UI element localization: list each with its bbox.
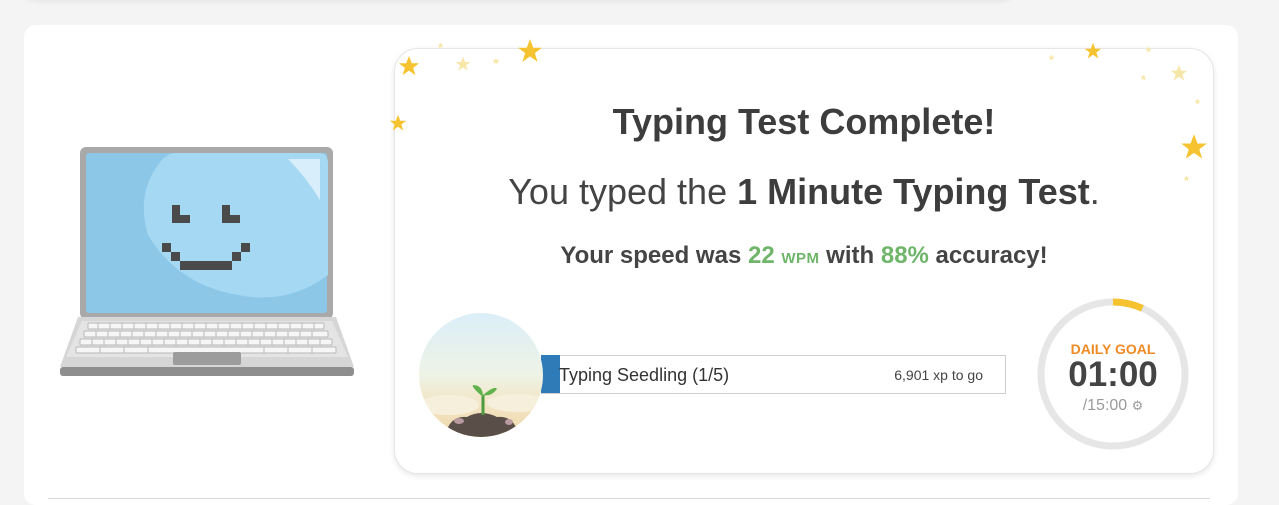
seedling-icon	[419, 313, 543, 437]
results-panel: Typing Test Complete! You typed the 1 Mi…	[394, 48, 1214, 474]
test-summary: You typed the 1 Minute Typing Test.	[395, 171, 1213, 213]
accuracy-value: 88%	[880, 242, 929, 269]
wpm-value: 22	[747, 242, 775, 269]
smiling-laptop-icon	[58, 145, 358, 385]
star-icon	[1084, 42, 1102, 59]
star-icon	[1145, 46, 1152, 53]
gear-icon[interactable]: ⚙	[1132, 398, 1144, 413]
daily-goal-total-value: /15:00	[1082, 397, 1128, 414]
star-icon	[437, 42, 444, 49]
level-progress-fill	[541, 355, 560, 393]
star-icon	[1183, 175, 1190, 182]
xp-remaining: 6,901 xp to go	[894, 367, 983, 383]
star-icon	[1048, 54, 1055, 61]
daily-goal-time: 01:00	[1068, 355, 1158, 394]
speed-summary: Your speed was 22 WPM with 88% accuracy!	[395, 242, 1213, 270]
speed-middle: with	[819, 242, 881, 269]
speed-prefix: Your speed was	[560, 242, 748, 269]
star-icon	[1181, 134, 1207, 159]
subtitle-prefix: You typed the	[508, 171, 738, 212]
speed-suffix: accuracy!	[928, 242, 1048, 269]
section-divider	[48, 498, 1210, 499]
wpm-unit: WPM	[781, 250, 820, 267]
level-progress-bar: Typing Seedling (1/5) 6,901 xp to go	[541, 355, 1006, 394]
star-icon	[455, 56, 471, 71]
page-title: Typing Test Complete!	[612, 101, 996, 142]
star-icon	[1140, 74, 1147, 81]
results-bubble: Typing Test Complete! You typed the 1 Mi…	[355, 48, 1215, 478]
star-icon	[1170, 64, 1188, 81]
star-icon	[492, 57, 500, 65]
star-icon	[1194, 98, 1201, 105]
star-icon	[518, 39, 542, 62]
star-icon	[398, 55, 420, 76]
subtitle-suffix: .	[1089, 171, 1100, 212]
test-name: 1 Minute Typing Test	[737, 171, 1090, 212]
level-label: Typing Seedling (1/5)	[559, 365, 730, 385]
daily-goal-total: /15:00 ⚙	[1036, 397, 1190, 415]
star-icon	[389, 114, 407, 131]
daily-goal-widget[interactable]: DAILY GOAL 01:00 /15:00 ⚙	[1036, 297, 1190, 451]
